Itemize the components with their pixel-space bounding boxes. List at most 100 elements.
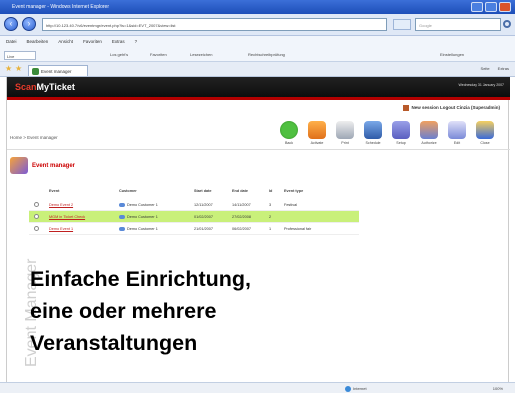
minimize-button[interactable] <box>471 2 483 12</box>
menu-item[interactable]: Favoriten <box>83 39 102 45</box>
window-close-button[interactable] <box>499 2 511 12</box>
table-cell: 06/02/2007 <box>232 227 252 231</box>
table-cell: 01/02/2007 <box>194 215 214 219</box>
tool-page[interactable]: Seite <box>481 66 490 71</box>
links-item[interactable]: Favoriten <box>150 52 167 57</box>
search-icon[interactable] <box>503 20 511 28</box>
live-search-field[interactable]: Live <box>4 51 36 60</box>
maximize-button[interactable] <box>485 2 497 12</box>
activate-button[interactable]: Activate <box>305 121 329 145</box>
events-table: Event Customer Start date End date Id Event t… <box>29 185 359 235</box>
side-watermark: Event Manager <box>7 197 40 367</box>
activate-icon <box>308 121 326 139</box>
tab-label: Event manager <box>41 69 72 74</box>
column-header[interactable]: Start date <box>194 189 212 193</box>
back-icon <box>280 121 298 139</box>
toolbar-label: Back <box>285 141 293 145</box>
table-cell: 14/11/2007 <box>232 203 251 207</box>
schedule-button[interactable]: Schedule <box>361 121 385 145</box>
window-titlebar: Event manager - Windows Internet Explore… <box>0 0 515 14</box>
event-link[interactable]: Demo Event 2 <box>49 203 73 207</box>
event-link[interactable]: Demo Event 1 <box>49 227 73 231</box>
customer-icon <box>119 227 125 231</box>
toolbar-label: Edit <box>453 141 461 145</box>
status-bar: Internet 100% <box>0 382 515 393</box>
authorize-button[interactable]: Authorize <box>417 121 441 145</box>
table-row[interactable]: Demo Event 1 Demo Customer 1 21/01/2007 06/… <box>29 223 359 235</box>
close-icon <box>476 121 494 139</box>
page-icon <box>32 68 39 75</box>
security-zone: Internet <box>345 386 367 392</box>
customer-icon <box>119 203 125 207</box>
print-icon <box>336 121 354 139</box>
caption-line: eine oder mehrere <box>30 299 217 323</box>
toolbar-label: Schedule <box>365 141 381 145</box>
tool-extras[interactable]: Extras <box>498 66 509 71</box>
search-input[interactable]: Google <box>415 18 501 31</box>
table-cell: 1 <box>269 227 272 231</box>
table-cell: Demo Customer 1 <box>119 215 158 219</box>
user-bar-text[interactable]: New session Logout Cinzia (Superadmin) <box>411 105 500 110</box>
toolbar-label: Setup <box>396 141 406 145</box>
tabs-bar: ★ ★ Event manager Seite Extras <box>0 62 515 77</box>
row-select-radio[interactable] <box>34 214 39 219</box>
toolbar-label: Close <box>480 141 490 145</box>
globe-icon <box>345 386 351 392</box>
setup-button[interactable]: Setup <box>389 121 413 145</box>
links-item[interactable]: Los geht's <box>110 52 128 57</box>
column-header[interactable]: Event type <box>284 189 303 193</box>
table-cell: 3 <box>269 203 272 207</box>
table-row[interactable]: MGM in Ticket Check Demo Customer 1 01/02/… <box>29 211 359 223</box>
print-button[interactable]: Print <box>333 121 357 145</box>
back-button[interactable]: Back <box>277 121 301 145</box>
menu-item[interactable]: Bearbeiten <box>27 39 49 45</box>
menu-bar: Datei Bearbeiten Ansicht Favoriten Extras? <box>0 36 515 48</box>
column-header[interactable]: Id <box>269 189 272 193</box>
back-arrow-icon[interactable]: ‹ <box>4 17 18 31</box>
links-item[interactable]: Lesezeichen <box>190 52 212 57</box>
app-header: ScanMyTicket Wednesday 31 January 2007 <box>7 77 510 97</box>
user-bar: New session Logout Cinzia (Superadmin) <box>403 105 500 111</box>
edit-button[interactable]: Edit <box>445 121 469 145</box>
page-title-text: Event manager <box>32 163 76 169</box>
table-header: Event Customer Start date End date Id Event t… <box>29 185 359 199</box>
table-cell: Festival <box>284 203 298 207</box>
table-cell: Demo Customer 1 <box>119 227 158 231</box>
caption-line: Veranstaltungen <box>30 331 198 355</box>
tab-event-manager[interactable]: Event manager <box>28 65 88 76</box>
menu-item[interactable]: Datei <box>6 39 17 45</box>
links-bar: Live Los geht's Favoriten Lesezeichen Re… <box>0 48 515 62</box>
menu-item[interactable]: ? <box>135 39 138 45</box>
header-accent-bar <box>7 97 510 100</box>
action-toolbar: Back Activate Print Schedule Setup Authorize E… <box>277 121 497 145</box>
refresh-button[interactable] <box>393 19 411 30</box>
user-icon <box>403 105 410 111</box>
table-cell: 27/02/2008 <box>232 215 252 219</box>
links-item[interactable]: Einstellungen <box>440 52 464 57</box>
favorites-star-icon[interactable]: ★ <box>5 65 12 73</box>
promo-caption: Einfache Einrichtung, eine oder mehrere … <box>30 263 251 359</box>
links-item[interactable]: Rechtschreibprüfung <box>248 52 285 57</box>
address-bar: ‹ › http://10.123.40.7/v6/eventmgr/event… <box>0 14 515 36</box>
table-cell: 12/11/2007 <box>194 203 213 207</box>
window-title: Event manager - Windows Internet Explore… <box>12 4 109 10</box>
table-cell: 2 <box>269 215 272 219</box>
forward-arrow-icon[interactable]: › <box>22 17 36 31</box>
table-cell: Professional fair <box>284 227 312 231</box>
breadcrumb[interactable]: Home > Event manager <box>10 135 58 140</box>
menu-item[interactable]: Ansicht <box>58 39 73 45</box>
column-header[interactable]: Customer <box>119 189 137 193</box>
add-favorite-icon[interactable]: ★ <box>15 65 22 73</box>
row-select-radio[interactable] <box>34 202 39 207</box>
zoom-level[interactable]: 100% <box>493 386 503 391</box>
column-header[interactable]: Event <box>49 189 59 193</box>
menu-item[interactable]: Extras <box>112 39 125 45</box>
row-select-radio[interactable] <box>34 226 39 231</box>
app-date: Wednesday 31 January 2007 <box>458 83 504 87</box>
url-input[interactable]: http://10.123.40.7/v6/eventmgr/event.php… <box>42 18 387 31</box>
event-link[interactable]: MGM in Ticket Check <box>49 215 85 219</box>
column-header[interactable]: End date <box>232 189 248 193</box>
table-cell: 21/01/2007 <box>194 227 214 231</box>
close-button[interactable]: Close <box>473 121 497 145</box>
table-row[interactable]: Demo Event 2 Demo Customer 1 12/11/2007 14/… <box>29 199 359 211</box>
